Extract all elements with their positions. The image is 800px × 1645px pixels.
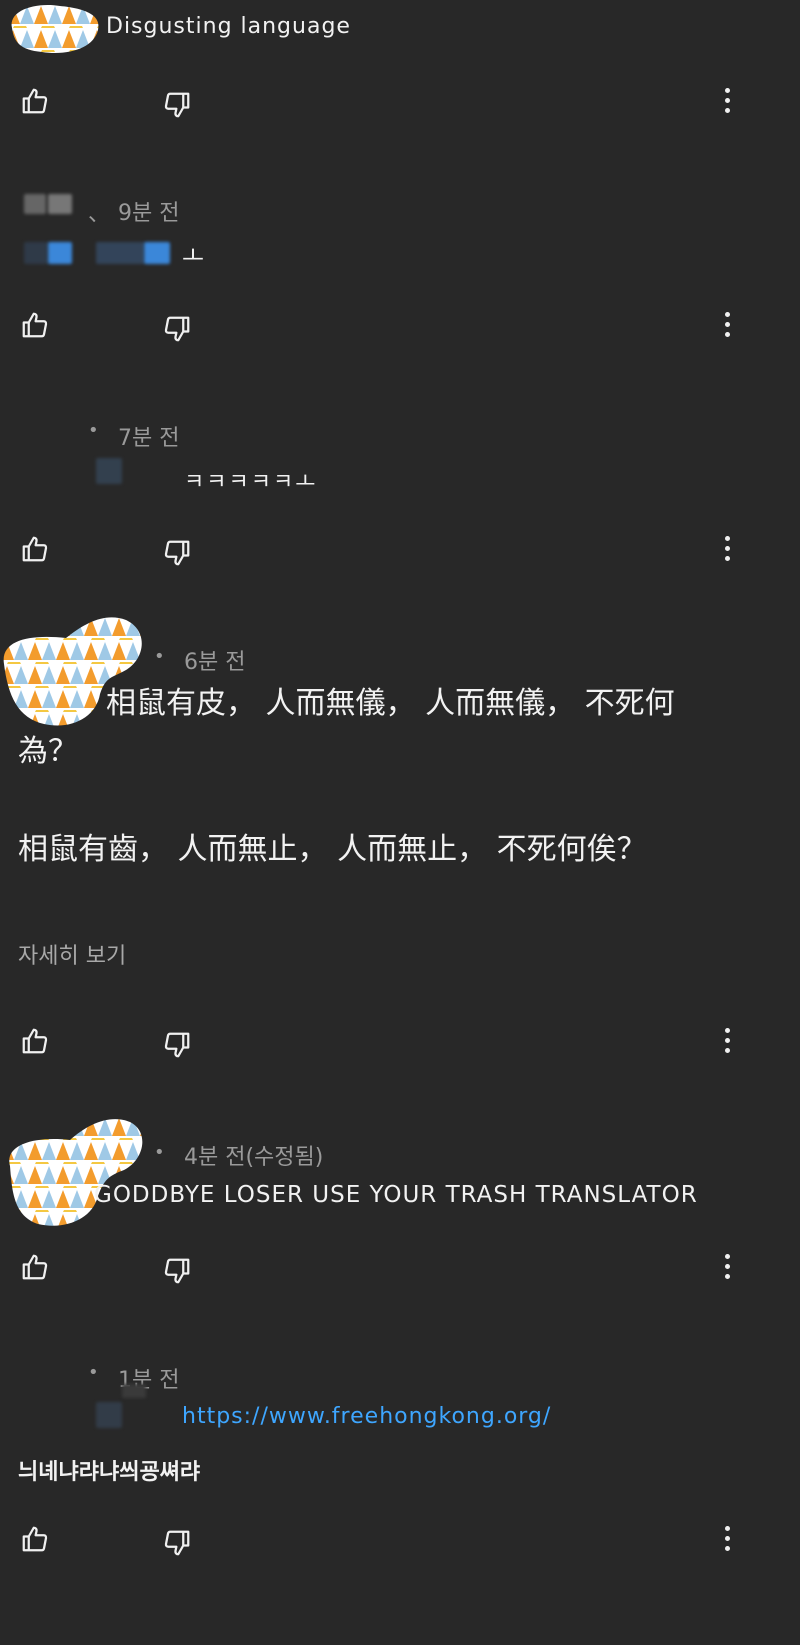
comment-time: 6분 전 <box>184 650 246 675</box>
thumbs-down-icon <box>162 538 192 568</box>
avatar[interactable] <box>0 1114 150 1230</box>
comment-time: 4분 전(수정됨) <box>184 1145 324 1170</box>
more-vert-icon[interactable] <box>722 536 732 566</box>
more-vert-icon[interactable] <box>722 1028 732 1058</box>
thumbs-up-icon <box>20 1252 50 1282</box>
more-vert-icon[interactable] <box>722 312 732 342</box>
blurred-text <box>24 242 48 264</box>
like-button[interactable] <box>20 1524 50 1554</box>
bullet: • <box>88 1362 99 1383</box>
thumbs-up-icon <box>20 310 50 340</box>
dislike-button[interactable] <box>162 1030 192 1060</box>
bullet: • <box>88 420 99 441</box>
thumbs-down-icon <box>162 1030 192 1060</box>
dislike-button[interactable] <box>162 1256 192 1286</box>
dislike-button[interactable] <box>162 314 192 344</box>
blurred-text <box>96 1402 122 1428</box>
comment-text: 為？ <box>18 734 78 769</box>
blurred-text <box>96 458 122 484</box>
dot-separator: 、 <box>88 202 111 227</box>
like-button[interactable] <box>20 310 50 340</box>
more-vert-icon[interactable] <box>722 88 732 118</box>
blurred-text <box>144 242 170 264</box>
thumbs-up-icon <box>20 1524 50 1554</box>
blurred-username <box>48 194 72 214</box>
comment-link[interactable]: https://www.freehongkong.org/ <box>182 1404 551 1429</box>
comment-text: 相鼠有皮， 人而無儀， 人而無儀， 不死何 <box>106 686 675 721</box>
thumbs-up-icon <box>20 1026 50 1056</box>
like-button[interactable] <box>20 86 50 116</box>
comment-time: 9분 전 <box>118 201 180 226</box>
comment-time: 7분 전 <box>118 426 180 451</box>
bullet: • <box>154 1142 165 1163</box>
read-more-link[interactable]: 자세히 보기 <box>18 938 126 970</box>
thumbs-down-icon <box>162 1528 192 1558</box>
thumbs-down-icon <box>162 90 192 120</box>
more-vert-icon[interactable] <box>722 1254 732 1284</box>
dislike-button[interactable] <box>162 90 192 120</box>
like-button[interactable] <box>20 1252 50 1282</box>
like-button[interactable] <box>20 534 50 564</box>
blurred-username <box>24 194 46 214</box>
comment-text: 相鼠有齒， 人而無止， 人而無止， 不死何俟？ <box>18 832 647 867</box>
thumbs-down-icon <box>162 314 192 344</box>
blurred-text <box>96 242 144 264</box>
comment-text: GODDBYE LOSER USE YOUR TRASH TRANSLATOR <box>94 1182 698 1208</box>
comment-text: ㅗ <box>182 242 205 270</box>
thumbs-up-icon <box>20 534 50 564</box>
blurred-text <box>122 1384 146 1398</box>
comment-text: ㅋㅋㅋㅋㅋㅗ <box>184 470 318 495</box>
bullet: • <box>154 646 165 667</box>
dislike-button[interactable] <box>162 1528 192 1558</box>
comment-text: 늬녜냐랴냐씌굥쎠랴 <box>18 1460 201 1485</box>
like-button[interactable] <box>20 1026 50 1056</box>
avatar[interactable] <box>6 2 102 56</box>
dislike-button[interactable] <box>162 538 192 568</box>
more-vert-icon[interactable] <box>722 1526 732 1556</box>
thumbs-down-icon <box>162 1256 192 1286</box>
thumbs-up-icon <box>20 86 50 116</box>
comment-text: Disgusting language <box>106 14 351 39</box>
blurred-text <box>48 242 72 264</box>
